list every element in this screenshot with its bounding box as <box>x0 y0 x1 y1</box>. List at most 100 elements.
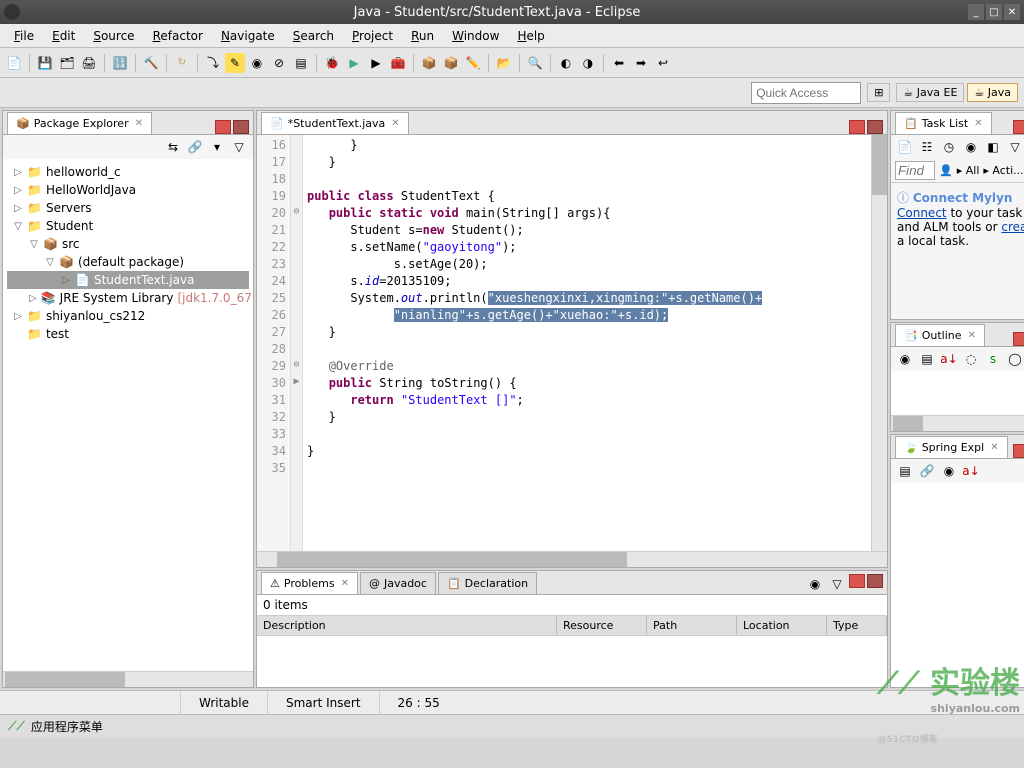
menu-edit[interactable]: Edit <box>44 27 83 45</box>
tree-item[interactable]: ▷📄StudentText.java <box>7 271 249 289</box>
focus-icon[interactable]: ◉ <box>805 574 825 594</box>
close-icon[interactable]: ✕ <box>974 118 982 129</box>
perspective-java[interactable]: ☕ Java <box>967 83 1018 102</box>
menu-project[interactable]: Project <box>344 27 401 45</box>
connect-link[interactable]: Connect <box>897 206 947 220</box>
minimize-view-button[interactable] <box>849 574 865 588</box>
new-button[interactable]: 📄 <box>4 53 24 73</box>
toggle-breakpoint-button[interactable]: ◉ <box>247 53 267 73</box>
tree-item[interactable]: ▷📁HelloWorldJava <box>7 181 249 199</box>
focus-icon[interactable]: ◉ <box>895 349 915 369</box>
column-header[interactable]: Resource <box>557 616 647 635</box>
declaration-tab[interactable]: 📋 Declaration <box>438 572 537 594</box>
tree-item[interactable]: ▷📁shiyanlou_cs212 <box>7 307 249 325</box>
debug-button[interactable]: 🐞 <box>322 53 342 73</box>
hide-fields-icon[interactable]: a↓ <box>939 349 959 369</box>
run-button[interactable]: ▶ <box>344 53 364 73</box>
hide-local-icon[interactable]: ◯ <box>1005 349 1024 369</box>
column-header[interactable]: Location <box>737 616 827 635</box>
view-menu-icon[interactable]: ▽ <box>827 574 847 594</box>
sort-icon[interactable]: a↓ <box>961 461 981 481</box>
menu-search[interactable]: Search <box>285 27 342 45</box>
collapse-all-icon[interactable]: ⇆ <box>163 137 183 157</box>
close-icon[interactable]: ✕ <box>341 578 349 589</box>
quick-access-input[interactable] <box>751 82 861 104</box>
editor-tab[interactable]: 📄 *StudentText.java ✕ <box>261 112 409 134</box>
new-package-button[interactable]: 📦 <box>419 53 439 73</box>
hide-static-icon[interactable]: ◌ <box>961 349 981 369</box>
maximize-view-button[interactable] <box>867 120 883 134</box>
spring-explorer-tab[interactable]: 🍃 Spring Expl ✕ <box>895 436 1008 458</box>
save-all-button[interactable]: 🗂 <box>57 53 77 73</box>
tree-item[interactable]: ▽📦src <box>7 235 249 253</box>
tree-item[interactable]: ▷📁helloworld_c <box>7 163 249 181</box>
code-editor[interactable]: 1617181920212223242526272829303132333435… <box>257 135 887 551</box>
filter-icon[interactable]: ▾ <box>207 137 227 157</box>
debug-step-button[interactable]: ⤵ <box>203 53 223 73</box>
build-button[interactable]: 🔨 <box>141 53 161 73</box>
refresh-icon[interactable]: ↻ <box>172 53 192 73</box>
last-edit-button[interactable]: ↩ <box>653 53 673 73</box>
menu-run[interactable]: Run <box>403 27 442 45</box>
app-menu-label[interactable]: 应用程序菜单 <box>31 718 103 735</box>
close-icon[interactable]: ✕ <box>135 118 143 129</box>
tree-item[interactable]: ▷📁Servers <box>7 199 249 217</box>
outline-tab[interactable]: 📑 Outline ✕ <box>895 324 985 346</box>
minimize-view-button[interactable] <box>1013 332 1024 346</box>
filter-all[interactable]: ▸ All <box>957 164 980 177</box>
column-header[interactable]: Description <box>257 616 557 635</box>
scrollbar-horizontal[interactable] <box>257 551 887 567</box>
new-class-button[interactable]: 📦 <box>441 53 461 73</box>
tree-item[interactable]: ▽📦(default package) <box>7 253 249 271</box>
minimize-button[interactable]: _ <box>968 4 984 20</box>
close-icon[interactable]: ✕ <box>968 330 976 341</box>
run-config-button[interactable]: ▶ <box>366 53 386 73</box>
wrap-button[interactable]: ▤ <box>291 53 311 73</box>
skip-button[interactable]: ⊘ <box>269 53 289 73</box>
focus-icon[interactable]: ◉ <box>939 461 959 481</box>
problems-tab[interactable]: ⚠ Problems ✕ <box>261 572 358 594</box>
forward-button[interactable]: ➡ <box>631 53 651 73</box>
annotations-button[interactable]: ◐ <box>556 53 576 73</box>
menu-source[interactable]: Source <box>85 27 142 45</box>
task-find-input[interactable] <box>895 161 935 180</box>
scrollbar-horizontal[interactable] <box>3 671 253 687</box>
javadoc-tab[interactable]: @ Javadoc <box>360 572 436 594</box>
tree-item[interactable]: ▽📁Student <box>7 217 249 235</box>
minimize-view-button[interactable] <box>1013 444 1024 458</box>
highlight-button[interactable]: ✎ <box>225 53 245 73</box>
menu-help[interactable]: Help <box>509 27 552 45</box>
os-taskbar[interactable]: ⟋⟋ 应用程序菜单 <box>0 714 1024 738</box>
new-task-icon[interactable]: 📄 <box>895 137 915 157</box>
minimize-view-button[interactable] <box>215 120 231 134</box>
close-button[interactable]: ✕ <box>1004 4 1020 20</box>
perspective-java-ee[interactable]: ☕ Java EE <box>896 83 964 102</box>
task-list-tab[interactable]: 📋 Task List ✕ <box>895 112 992 134</box>
view-menu-icon[interactable]: ▽ <box>229 137 249 157</box>
tree-item[interactable]: 📁test <box>7 325 249 343</box>
minimize-view-button[interactable] <box>1013 120 1024 134</box>
view-menu-icon[interactable]: ▽ <box>1005 137 1024 157</box>
next-annotation-button[interactable]: ◑ <box>578 53 598 73</box>
menu-refactor[interactable]: Refactor <box>145 27 211 45</box>
maximize-view-button[interactable] <box>867 574 883 588</box>
column-header[interactable]: Path <box>647 616 737 635</box>
schedule-icon[interactable]: ◷ <box>939 137 959 157</box>
filter-active[interactable]: ▸ Acti... <box>983 164 1023 177</box>
scrollbar-vertical[interactable] <box>871 135 887 551</box>
user-icon[interactable]: 👤 <box>939 164 953 177</box>
menu-file[interactable]: File <box>6 27 42 45</box>
collapse-icon[interactable]: ◧ <box>983 137 1003 157</box>
focus-icon[interactable]: ◉ <box>961 137 981 157</box>
link-editor-icon[interactable]: 🔗 <box>185 137 205 157</box>
app-menu-icon[interactable]: ⟋⟋ <box>8 719 25 734</box>
menu-window[interactable]: Window <box>444 27 507 45</box>
back-button[interactable]: ⬅ <box>609 53 629 73</box>
open-type-button[interactable]: 📂 <box>494 53 514 73</box>
close-icon[interactable]: ✕ <box>990 442 998 453</box>
close-icon[interactable]: ✕ <box>391 118 399 129</box>
save-button[interactable]: 💾 <box>35 53 55 73</box>
maximize-button[interactable]: □ <box>986 4 1002 20</box>
menu-navigate[interactable]: Navigate <box>213 27 283 45</box>
column-header[interactable]: Type <box>827 616 887 635</box>
